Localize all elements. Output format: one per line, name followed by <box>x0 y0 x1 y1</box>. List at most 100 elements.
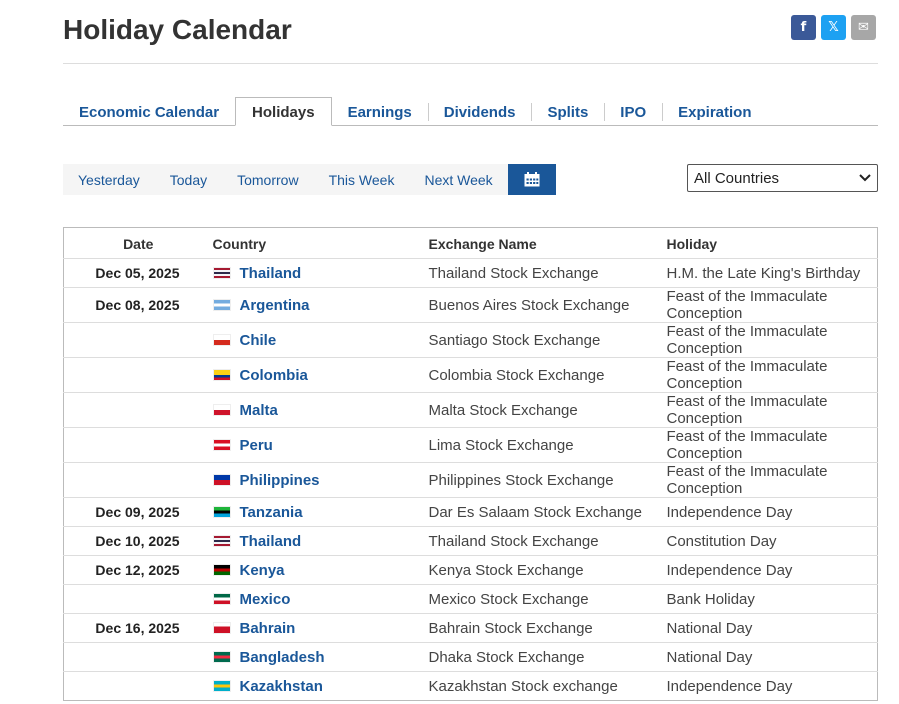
country-cell: Kazakhstan <box>212 671 429 701</box>
country-link[interactable]: Bahrain <box>212 620 429 637</box>
country-link[interactable]: Thailand <box>212 264 429 282</box>
holiday-date: Dec 10, 2025 <box>63 526 213 556</box>
country-name: Mexico <box>239 590 291 608</box>
exchange-name: Kenya Stock Exchange <box>428 555 667 585</box>
table-row: Chile Santiago Stock Exchange Feast of the… <box>63 322 878 358</box>
facebook-share-button[interactable]: f <box>791 15 816 40</box>
table-row: Dec 08, 2025 Argentina Buenos Aires Stock … <box>63 287 878 323</box>
calendar-picker-button[interactable] <box>507 164 556 195</box>
table-row: Dec 05, 2025 Thailand Thailand Stock Excha… <box>63 258 878 288</box>
holiday-name: Feast of the Immaculate Conception <box>666 462 878 498</box>
filter-next-week-button[interactable]: Next Week <box>409 164 507 195</box>
exchange-name: Thailand Stock Exchange <box>428 258 667 288</box>
exchange-name: Kazakhstan Stock exchange <box>428 671 667 701</box>
table-row: Dec 12, 2025 Kenya Kenya Stock Exchange Ind… <box>63 555 878 585</box>
exchange-name: Buenos Aires Stock Exchange <box>428 287 667 323</box>
country-link[interactable]: Kenya <box>212 561 429 579</box>
table-row: Mexico Mexico Stock Exchange Bank Holiday <box>63 584 878 614</box>
country-name: Malta <box>239 401 278 419</box>
holiday-date <box>63 462 213 498</box>
holiday-name: Feast of the Immaculate Conception <box>666 357 878 393</box>
holiday-name: National Day <box>666 613 878 643</box>
holiday-date <box>63 322 213 358</box>
country-link[interactable]: Peru <box>212 437 429 454</box>
page-title: Holiday Calendar <box>63 14 292 45</box>
country-name: Tanzania <box>239 503 303 521</box>
flag-icon <box>212 334 231 346</box>
flag-icon <box>212 267 231 279</box>
tab-holidays[interactable]: Holidays <box>235 97 332 126</box>
country-name: Kenya <box>239 561 285 579</box>
exchange-name: Malta Stock Exchange <box>428 392 667 428</box>
x-icon: 𝕏 <box>828 20 839 35</box>
country-cell: Thailand <box>212 258 429 288</box>
exchange-name: Santiago Stock Exchange <box>428 322 667 358</box>
country-select-value: All Countries <box>694 169 780 187</box>
holiday-name: Feast of the Immaculate Conception <box>666 322 878 358</box>
tab-economic-calendar[interactable]: Economic Calendar <box>63 97 235 125</box>
country-link[interactable]: Philippines <box>212 471 429 489</box>
table-row: Dec 09, 2025 Tanzania Dar Es Salaam Stock … <box>63 497 878 527</box>
country-link[interactable]: Chile <box>212 331 429 349</box>
flag-icon <box>212 439 231 451</box>
holiday-name: Feast of the Immaculate Conception <box>666 392 878 428</box>
country-link[interactable]: Bangladesh <box>212 649 429 666</box>
country-cell: Colombia <box>212 357 429 393</box>
flag-icon <box>212 535 231 547</box>
holiday-date: Dec 16, 2025 <box>63 613 213 643</box>
flag-icon <box>212 404 231 416</box>
flag-icon <box>212 564 231 576</box>
tab-ipo[interactable]: IPO <box>604 97 662 125</box>
country-cell: Thailand <box>212 526 429 556</box>
filter-tomorrow-button[interactable]: Tomorrow <box>222 164 313 195</box>
country-column-header: Country <box>212 236 267 252</box>
country-link[interactable]: Kazakhstan <box>212 677 429 695</box>
holiday-name: Independence Day <box>666 555 878 585</box>
country-select[interactable]: All Countries <box>687 164 878 192</box>
calendar-tabs: Economic Calendar Holidays Earnings Dividen… <box>63 97 878 126</box>
filter-today-button[interactable]: Today <box>155 164 222 195</box>
country-name: Kazakhstan <box>239 677 323 695</box>
country-link[interactable]: Tanzania <box>212 503 429 521</box>
country-cell: Bahrain <box>212 613 429 643</box>
country-name: Thailand <box>239 532 302 550</box>
tab-splits[interactable]: Splits <box>531 97 604 125</box>
exchange-name: Dhaka Stock Exchange <box>428 642 667 672</box>
email-share-button[interactable]: ✉ <box>851 15 876 40</box>
table-row: Malta Malta Stock Exchange Feast of the Im… <box>63 392 878 428</box>
table-row: Bangladesh Dhaka Stock Exchange National D… <box>63 642 878 672</box>
tab-earnings[interactable]: Earnings <box>332 97 428 125</box>
country-name: Thailand <box>239 264 302 282</box>
flag-icon <box>212 622 231 634</box>
holiday-date: Dec 08, 2025 <box>63 287 213 323</box>
country-name: Philippines <box>239 471 320 489</box>
flag-icon <box>212 593 231 605</box>
exchange-column-header: Exchange Name <box>428 236 537 252</box>
country-name: Colombia <box>239 366 308 384</box>
holiday-date <box>63 642 213 672</box>
exchange-name: Bahrain Stock Exchange <box>428 613 667 643</box>
table-row: Peru Lima Stock Exchange Feast of the Imma… <box>63 427 878 463</box>
country-cell: Mexico <box>212 584 429 614</box>
country-link[interactable]: Thailand <box>212 532 429 550</box>
country-name: Chile <box>239 331 277 349</box>
date-column-header: Date <box>123 236 154 252</box>
x-share-button[interactable]: 𝕏 <box>821 15 846 40</box>
country-cell: Malta <box>212 392 429 428</box>
filter-yesterday-button[interactable]: Yesterday <box>63 164 155 195</box>
exchange-name: Dar Es Salaam Stock Exchange <box>428 497 667 527</box>
tab-expiration[interactable]: Expiration <box>662 97 767 125</box>
country-cell: Kenya <box>212 555 429 585</box>
country-link[interactable]: Mexico <box>212 590 429 608</box>
flag-icon <box>212 680 231 692</box>
country-link[interactable]: Colombia <box>212 366 429 384</box>
flag-icon <box>212 506 231 518</box>
country-link[interactable]: Argentina <box>212 297 429 314</box>
holiday-name: Independence Day <box>666 671 878 701</box>
holiday-date <box>63 671 213 701</box>
filter-this-week-button[interactable]: This Week <box>314 164 410 195</box>
tab-dividends[interactable]: Dividends <box>427 97 532 125</box>
country-cell: Chile <box>212 322 429 358</box>
country-link[interactable]: Malta <box>212 401 429 419</box>
holiday-date: Dec 09, 2025 <box>63 497 213 527</box>
